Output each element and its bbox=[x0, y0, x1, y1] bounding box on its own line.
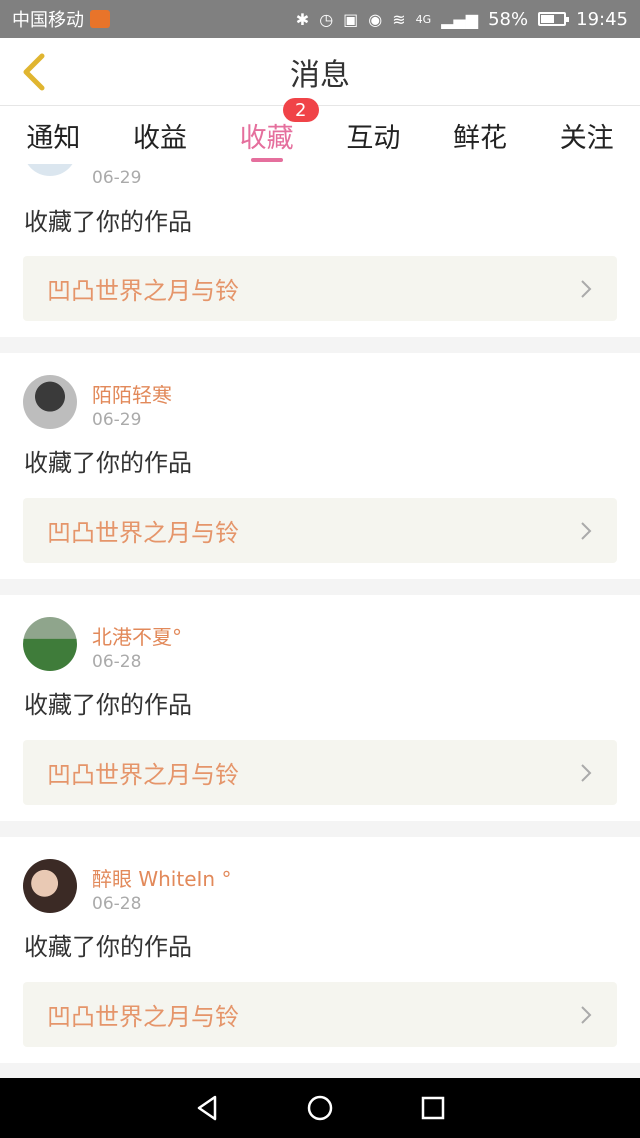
tab-earnings[interactable]: 收益 bbox=[107, 106, 214, 164]
wifi-icon: ≋ bbox=[392, 9, 406, 29]
action-text: 收藏了你的作品 bbox=[24, 208, 192, 236]
battery-icon bbox=[538, 12, 570, 26]
alarm-icon: ◷ bbox=[319, 9, 334, 29]
avatar[interactable] bbox=[23, 164, 77, 176]
tab-label: 关注 bbox=[559, 122, 614, 154]
recents-nav-icon[interactable] bbox=[419, 1094, 447, 1122]
tab-label: 收藏 bbox=[239, 122, 294, 154]
work-link[interactable]: 凹凸世界之月与铃 bbox=[23, 740, 617, 805]
tab-favorites[interactable]: 收藏 2 bbox=[213, 98, 320, 164]
back-nav-icon[interactable] bbox=[193, 1094, 221, 1122]
tab-flowers[interactable]: 鲜花 bbox=[427, 106, 534, 164]
list-item: 北港不夏° 06-28 收藏了你的作品 凹凸世界之月与铃 bbox=[0, 595, 640, 821]
avatar[interactable] bbox=[23, 859, 77, 913]
tab-bar: 通知 收益 收藏 2 互动 鲜花 关注 bbox=[0, 98, 640, 164]
page-title: 消息 bbox=[290, 57, 350, 93]
avatar[interactable] bbox=[23, 617, 77, 671]
action-text: 收藏了你的作品 bbox=[24, 691, 192, 719]
work-title: 凹凸世界之月与铃 bbox=[47, 519, 239, 547]
status-bar: 中国移动 ✱ ◷ ▣ ◉ ≋ 4G ▂▄▆ 58% 19:45 bbox=[0, 0, 640, 38]
tab-notifications[interactable]: 通知 bbox=[0, 106, 107, 164]
active-tab-indicator bbox=[250, 158, 283, 162]
battery-percent: 58% bbox=[488, 8, 529, 30]
signal-icon: ▂▄▆ bbox=[441, 9, 479, 29]
app-notification-icon bbox=[90, 10, 110, 28]
username[interactable]: 陌陌轻寒 bbox=[92, 379, 172, 408]
date: 06-29 bbox=[92, 410, 142, 430]
unread-badge: 2 bbox=[282, 98, 319, 122]
work-link[interactable]: 凹凸世界之月与铃 bbox=[23, 982, 617, 1047]
back-button[interactable] bbox=[14, 52, 54, 92]
chevron-right-icon bbox=[581, 764, 592, 782]
action-text: 收藏了你的作品 bbox=[24, 933, 192, 961]
list-item: 06-29 收藏了你的作品 凹凸世界之月与铃 bbox=[0, 164, 640, 337]
username[interactable]: 醉眼 WhiteIn ° bbox=[92, 863, 231, 892]
action-text: 收藏了你的作品 bbox=[24, 449, 192, 477]
carrier-label: 中国移动 bbox=[12, 10, 84, 31]
work-title: 凹凸世界之月与铃 bbox=[47, 277, 239, 305]
date: 06-28 bbox=[92, 894, 142, 914]
work-title: 凹凸世界之月与铃 bbox=[47, 1003, 239, 1031]
chevron-right-icon bbox=[581, 280, 592, 298]
header: 消息 bbox=[0, 38, 640, 106]
work-link[interactable]: 凹凸世界之月与铃 bbox=[23, 498, 617, 563]
network-type: 4G bbox=[415, 12, 432, 26]
work-title: 凹凸世界之月与铃 bbox=[47, 761, 239, 789]
tab-label: 鲜花 bbox=[453, 122, 508, 154]
avatar[interactable] bbox=[23, 375, 77, 429]
eye-icon: ◉ bbox=[368, 9, 383, 29]
battery-fill bbox=[541, 15, 554, 23]
tab-label: 收益 bbox=[133, 122, 187, 154]
work-link[interactable]: 凹凸世界之月与铃 bbox=[23, 256, 617, 321]
chevron-right-icon bbox=[581, 1006, 592, 1024]
username[interactable]: 北港不夏° bbox=[92, 621, 182, 650]
tab-follows[interactable]: 关注 bbox=[533, 106, 640, 164]
list-item: 醉眼 WhiteIn ° 06-28 收藏了你的作品 凹凸世界之月与铃 bbox=[0, 837, 640, 1063]
chevron-left-icon bbox=[23, 53, 45, 91]
bluetooth-icon: ✱ bbox=[295, 9, 310, 29]
list-item: 陌陌轻寒 06-29 收藏了你的作品 凹凸世界之月与铃 bbox=[0, 353, 640, 579]
home-nav-icon[interactable] bbox=[306, 1094, 334, 1122]
clock: 19:45 bbox=[576, 8, 628, 30]
tab-interactions[interactable]: 互动 bbox=[320, 106, 427, 164]
system-nav-bar bbox=[0, 1078, 640, 1138]
hd-icon: ▣ bbox=[343, 9, 359, 29]
message-list: 06-29 收藏了你的作品 凹凸世界之月与铃 陌陌轻寒 06-29 收藏了你的作… bbox=[0, 164, 640, 1078]
tab-label: 互动 bbox=[346, 122, 401, 154]
chevron-right-icon bbox=[581, 522, 592, 540]
date: 06-28 bbox=[92, 652, 142, 672]
date: 06-29 bbox=[92, 168, 142, 188]
tab-label: 通知 bbox=[26, 122, 81, 154]
